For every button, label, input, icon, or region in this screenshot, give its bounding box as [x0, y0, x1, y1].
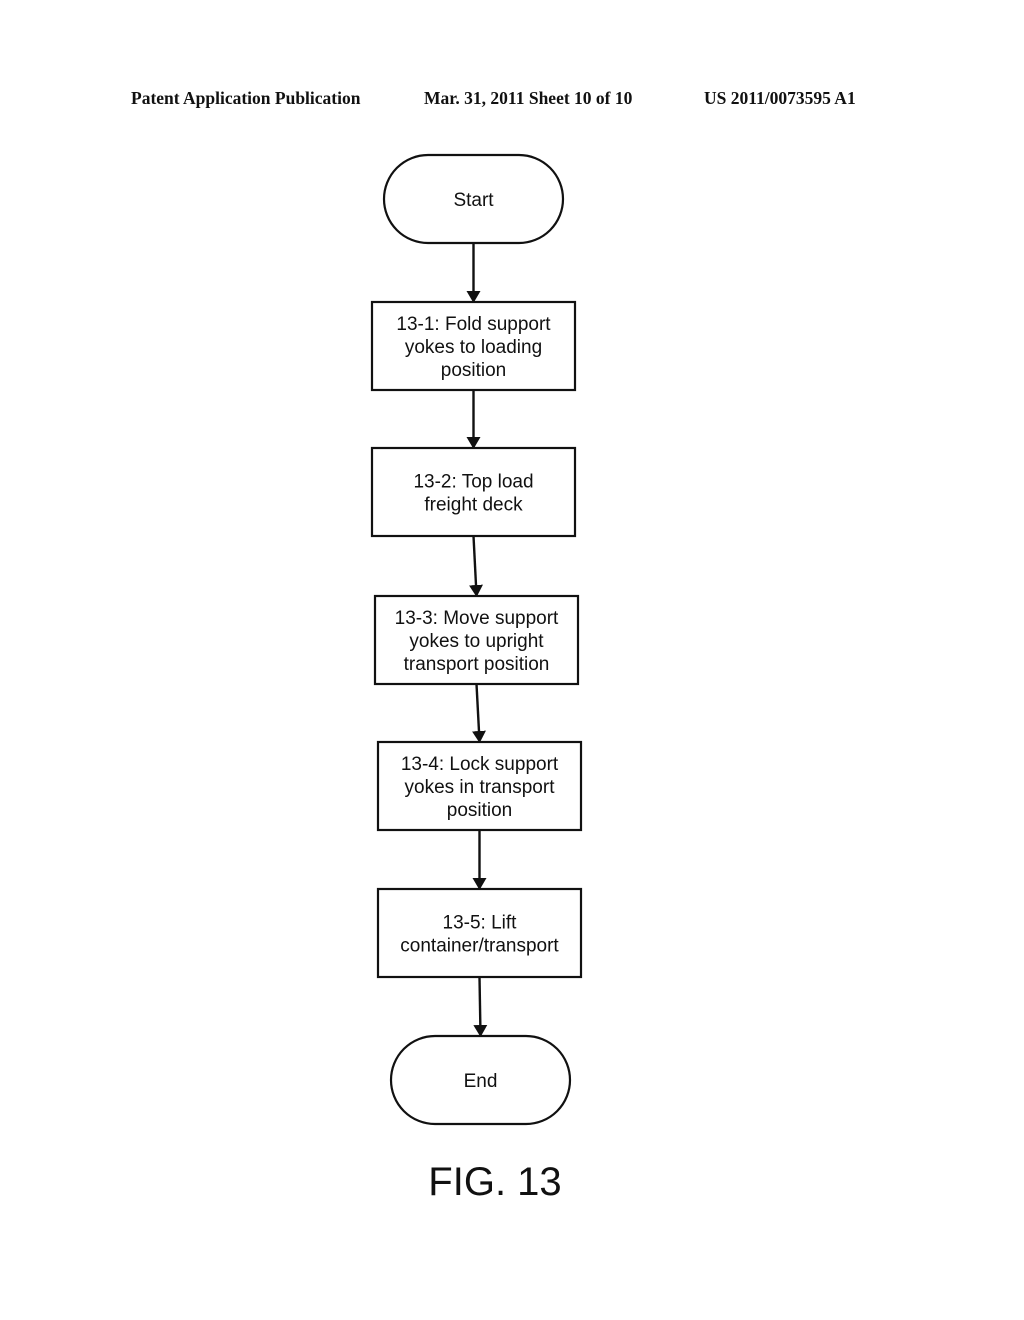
terminal-node-start: Start — [382, 153, 565, 245]
node-label-line: yokes to upright — [409, 631, 544, 652]
node-label-line: 13-2: Top load — [413, 472, 533, 493]
node-label-line: 13-5: Lift — [443, 913, 518, 934]
arrow-13-5-to-end — [473, 976, 488, 1037]
node-label-line: yokes in transport — [405, 777, 556, 798]
node-label-line: freight deck — [424, 495, 523, 516]
process-step-13-1: 13-1: Fold supportyokes to loadingpositi… — [370, 300, 577, 392]
node-label-line: position — [441, 360, 507, 381]
node-label-line: Start — [453, 190, 494, 211]
node-label-line: 13-1: Fold support — [396, 314, 551, 335]
node-label-line: 13-4: Lock support — [401, 754, 559, 775]
node-label-line: End — [464, 1071, 498, 1092]
process-step-13-5: 13-5: Liftcontainer/transport — [376, 887, 583, 979]
arrow-13-3-to-13-4 — [471, 683, 486, 743]
process-step-13-4: 13-4: Lock supportyokes in transportposi… — [376, 740, 583, 832]
arrow-13-2-to-13-3 — [469, 535, 483, 597]
flowchart: Start13-1: Fold supportyokes to loadingp… — [370, 153, 583, 1126]
terminal-node-end: End — [389, 1034, 572, 1126]
process-step-13-2: 13-2: Top loadfreight deck — [370, 446, 577, 538]
figure-label: FIG. 13 — [428, 1160, 562, 1204]
node-label-line: position — [447, 800, 513, 821]
process-step-13-3: 13-3: Move supportyokes to uprighttransp… — [373, 594, 580, 686]
node-label-line: container/transport — [400, 936, 559, 957]
node-label-line: yokes to loading — [405, 337, 542, 358]
node-label-line: transport position — [404, 654, 550, 675]
node-label-line: 13-3: Move support — [395, 608, 559, 629]
